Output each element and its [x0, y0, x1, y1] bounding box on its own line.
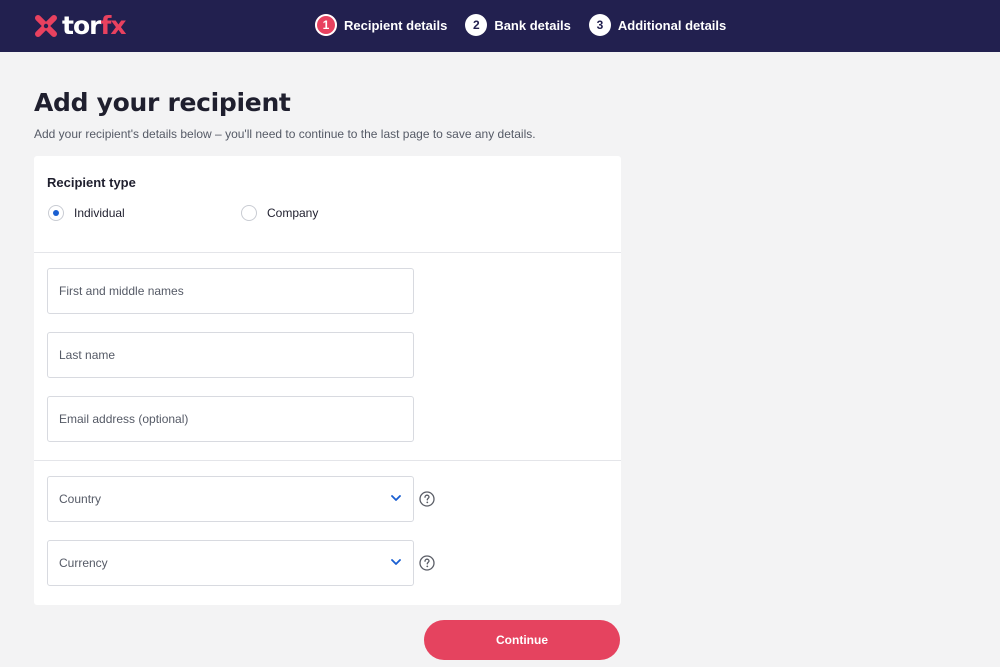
- step-number: 3: [588, 14, 611, 36]
- chevron-down-icon: [391, 558, 401, 566]
- radio-company[interactable]: Company: [241, 205, 318, 221]
- last-name-input[interactable]: Last name: [47, 332, 414, 378]
- section-divider: [34, 460, 621, 461]
- step-label: Bank details: [494, 17, 571, 33]
- email-placeholder: Email address (optional): [59, 412, 189, 426]
- logo-x-icon: [34, 14, 58, 38]
- email-input[interactable]: Email address (optional): [47, 396, 414, 442]
- chevron-down-icon: [391, 494, 401, 502]
- step-label: Additional details: [617, 17, 727, 33]
- country-placeholder: Country: [59, 492, 102, 506]
- step-additional-details: 3 Additional details: [588, 14, 727, 36]
- first-names-placeholder: First and middle names: [59, 284, 184, 298]
- recipient-form-card: Recipient type Individual Company First …: [34, 156, 621, 605]
- recipient-type-label: Recipient type: [47, 175, 136, 190]
- currency-select[interactable]: Currency: [47, 540, 414, 586]
- step-number: 1: [315, 14, 337, 36]
- logo-wordmark: torfx: [62, 11, 126, 40]
- step-label: Recipient details: [344, 17, 448, 33]
- top-bar: torfx 1 Recipient details 2 Bank details…: [0, 0, 1000, 52]
- radio-label-company[interactable]: Company: [267, 206, 318, 220]
- section-divider: [34, 252, 621, 253]
- country-help-icon[interactable]: [419, 491, 435, 507]
- logo-text-fx: fx: [100, 11, 126, 40]
- last-name-placeholder: Last name: [59, 348, 116, 362]
- page-title: Add your recipient: [34, 88, 291, 117]
- step-bank-details: 2 Bank details: [465, 14, 571, 36]
- continue-button[interactable]: Continue: [424, 620, 620, 660]
- currency-help-icon[interactable]: [419, 555, 435, 571]
- torfx-logo[interactable]: torfx: [34, 11, 126, 40]
- radio-button-unchecked[interactable]: [241, 205, 257, 221]
- progress-steps: 1 Recipient details 2 Bank details 3 Add…: [315, 14, 744, 36]
- step-number: 2: [465, 14, 488, 36]
- radio-button-checked[interactable]: [48, 205, 64, 221]
- radio-label-individual[interactable]: Individual: [74, 206, 125, 220]
- currency-placeholder: Currency: [59, 556, 108, 570]
- radio-individual[interactable]: Individual: [48, 205, 125, 221]
- first-names-input[interactable]: First and middle names: [47, 268, 414, 314]
- page-subtitle: Add your recipient's details below – you…: [34, 127, 536, 141]
- step-recipient-details: 1 Recipient details: [315, 14, 447, 36]
- country-select[interactable]: Country: [47, 476, 414, 522]
- logo-text-tor: tor: [62, 11, 101, 40]
